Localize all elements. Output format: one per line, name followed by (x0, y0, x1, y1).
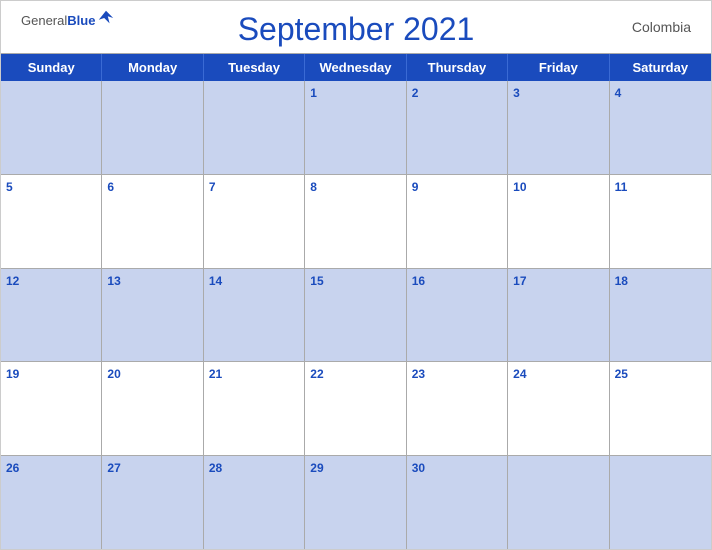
day-cell: 29 (305, 456, 406, 549)
day-number: 5 (6, 180, 13, 194)
day-number: 21 (209, 367, 222, 381)
month-title: September 2021 (238, 11, 475, 48)
day-cell: 21 (204, 362, 305, 455)
day-number: 1 (310, 86, 317, 100)
day-header-tuesday: Tuesday (204, 54, 305, 81)
day-header-friday: Friday (508, 54, 609, 81)
day-cell: 7 (204, 175, 305, 268)
day-cell: 18 (610, 269, 711, 362)
logo: General Blue (21, 9, 115, 32)
day-header-saturday: Saturday (610, 54, 711, 81)
week-row-2: 5 6 7 8 9 10 11 (1, 174, 711, 268)
day-number: 20 (107, 367, 120, 381)
country-label: Colombia (632, 19, 691, 35)
day-cell: 5 (1, 175, 102, 268)
day-number: 18 (615, 274, 628, 288)
day-cell: 2 (407, 81, 508, 174)
day-cell: 16 (407, 269, 508, 362)
day-cell: 12 (1, 269, 102, 362)
day-cell: 9 (407, 175, 508, 268)
day-number: 28 (209, 461, 222, 475)
day-number: 16 (412, 274, 425, 288)
day-number: 14 (209, 274, 222, 288)
day-number: 4 (615, 86, 622, 100)
day-cell: 17 (508, 269, 609, 362)
day-cell: 22 (305, 362, 406, 455)
day-header-wednesday: Wednesday (305, 54, 406, 81)
day-number: 3 (513, 86, 520, 100)
day-number: 30 (412, 461, 425, 475)
week-row-1: 1 2 3 4 (1, 81, 711, 174)
logo-general-text: General (21, 13, 67, 28)
day-number: 29 (310, 461, 323, 475)
day-cell (1, 81, 102, 174)
day-header-sunday: Sunday (1, 54, 102, 81)
logo-bird-icon (97, 9, 115, 32)
calendar-header: General Blue September 2021 Colombia (1, 1, 711, 53)
day-number: 2 (412, 86, 419, 100)
day-number: 6 (107, 180, 114, 194)
day-number: 12 (6, 274, 19, 288)
day-number: 24 (513, 367, 526, 381)
day-cell: 25 (610, 362, 711, 455)
day-number: 13 (107, 274, 120, 288)
day-cell: 23 (407, 362, 508, 455)
day-cell: 1 (305, 81, 406, 174)
day-cell (508, 456, 609, 549)
weeks-container: 1234567891011121314151617181920212223242… (1, 81, 711, 549)
calendar: General Blue September 2021 Colombia Sun… (0, 0, 712, 550)
day-cell (102, 81, 203, 174)
day-cell: 24 (508, 362, 609, 455)
day-number: 15 (310, 274, 323, 288)
day-number: 8 (310, 180, 317, 194)
day-number: 17 (513, 274, 526, 288)
day-cell: 15 (305, 269, 406, 362)
day-cell: 8 (305, 175, 406, 268)
day-number: 26 (6, 461, 19, 475)
day-cell: 6 (102, 175, 203, 268)
week-row-4: 19 20 21 22 23 24 25 (1, 361, 711, 455)
day-cell (204, 81, 305, 174)
day-cell: 13 (102, 269, 203, 362)
week-row-5: 26 27 28 29 30 (1, 455, 711, 549)
day-number: 10 (513, 180, 526, 194)
logo-blue-text: Blue (67, 13, 95, 28)
day-header-thursday: Thursday (407, 54, 508, 81)
day-cell: 26 (1, 456, 102, 549)
day-cell: 14 (204, 269, 305, 362)
day-cell (610, 456, 711, 549)
day-number: 19 (6, 367, 19, 381)
day-cell: 28 (204, 456, 305, 549)
day-cell: 30 (407, 456, 508, 549)
day-cell: 19 (1, 362, 102, 455)
day-number: 25 (615, 367, 628, 381)
day-header-monday: Monday (102, 54, 203, 81)
day-number: 11 (615, 180, 628, 194)
day-cell: 10 (508, 175, 609, 268)
day-number: 27 (107, 461, 120, 475)
day-cell: 11 (610, 175, 711, 268)
day-cell: 3 (508, 81, 609, 174)
day-number: 7 (209, 180, 216, 194)
day-number: 9 (412, 180, 419, 194)
day-number: 22 (310, 367, 323, 381)
calendar-grid: SundayMondayTuesdayWednesdayThursdayFrid… (1, 53, 711, 549)
day-cell: 4 (610, 81, 711, 174)
day-number: 23 (412, 367, 425, 381)
day-headers-row: SundayMondayTuesdayWednesdayThursdayFrid… (1, 54, 711, 81)
day-cell: 27 (102, 456, 203, 549)
week-row-3: 12 13 14 15 16 17 18 (1, 268, 711, 362)
day-cell: 20 (102, 362, 203, 455)
